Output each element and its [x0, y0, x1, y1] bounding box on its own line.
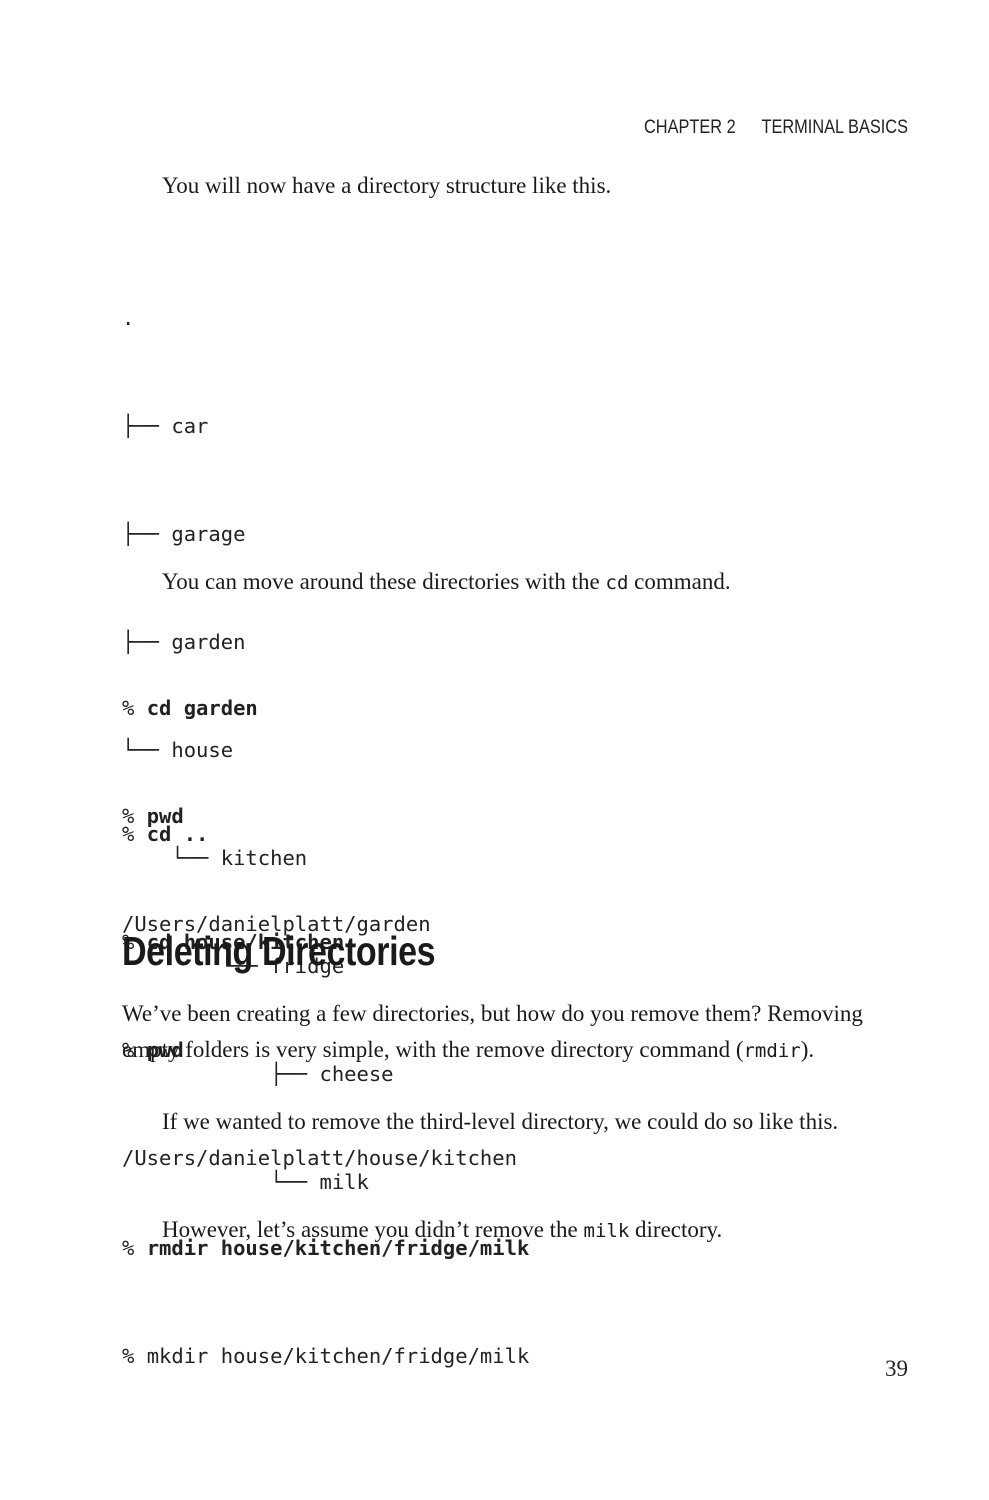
inline-code: rmdir: [743, 1040, 801, 1062]
section-heading: Deleting Directories: [122, 928, 436, 974]
prompt: %: [122, 822, 147, 846]
deleting-paragraph-text-end: ).: [800, 1037, 815, 1062]
prompt: %: [122, 1344, 147, 1368]
code-line: % cd ..: [122, 816, 517, 852]
tree-line: ├── garage: [122, 522, 246, 546]
chapter-title: TERMINAL BASICS: [761, 117, 908, 138]
tree-line: .: [122, 306, 135, 330]
inline-code: cd: [605, 572, 629, 594]
however-paragraph: However, let’s assume you didn’t remove …: [122, 1212, 912, 1249]
code-block-mkdir: % mkdir house/kitchen/fridge/milk: [122, 1266, 529, 1410]
prompt: %: [122, 696, 147, 720]
however-paragraph-text-end: directory.: [629, 1217, 723, 1242]
move-paragraph-text: You can move around these directories wi…: [162, 569, 606, 594]
tree-line: ├── car: [122, 414, 209, 438]
command: cd ..: [146, 822, 209, 846]
code-block-cd-house-kitchen: % cd .. % cd house/kitchen % pwd /Users/…: [122, 744, 517, 1212]
page-number: 39: [885, 1356, 908, 1381]
running-head: CHAPTER 2 TERMINAL BASICS: [644, 117, 908, 139]
command: cd garden: [146, 696, 258, 720]
deleting-paragraph: We’ve been creating a few directories, b…: [122, 996, 912, 1069]
code-line: % cd garden: [122, 690, 431, 726]
code-line: % mkdir house/kitchen/fridge/milk: [122, 1338, 529, 1374]
third-level-paragraph: If we wanted to remove the third-level d…: [162, 1109, 839, 1134]
command: mkdir house/kitchen/fridge/milk: [146, 1344, 530, 1368]
chapter-label: CHAPTER 2: [643, 117, 736, 138]
inline-code: milk: [583, 1220, 630, 1242]
however-paragraph-text: However, let’s assume you didn’t remove …: [162, 1217, 584, 1242]
move-paragraph-text-end: command.: [628, 569, 731, 594]
move-paragraph: You can move around these directories wi…: [122, 564, 912, 601]
intro-paragraph: You will now have a directory structure …: [162, 173, 612, 198]
